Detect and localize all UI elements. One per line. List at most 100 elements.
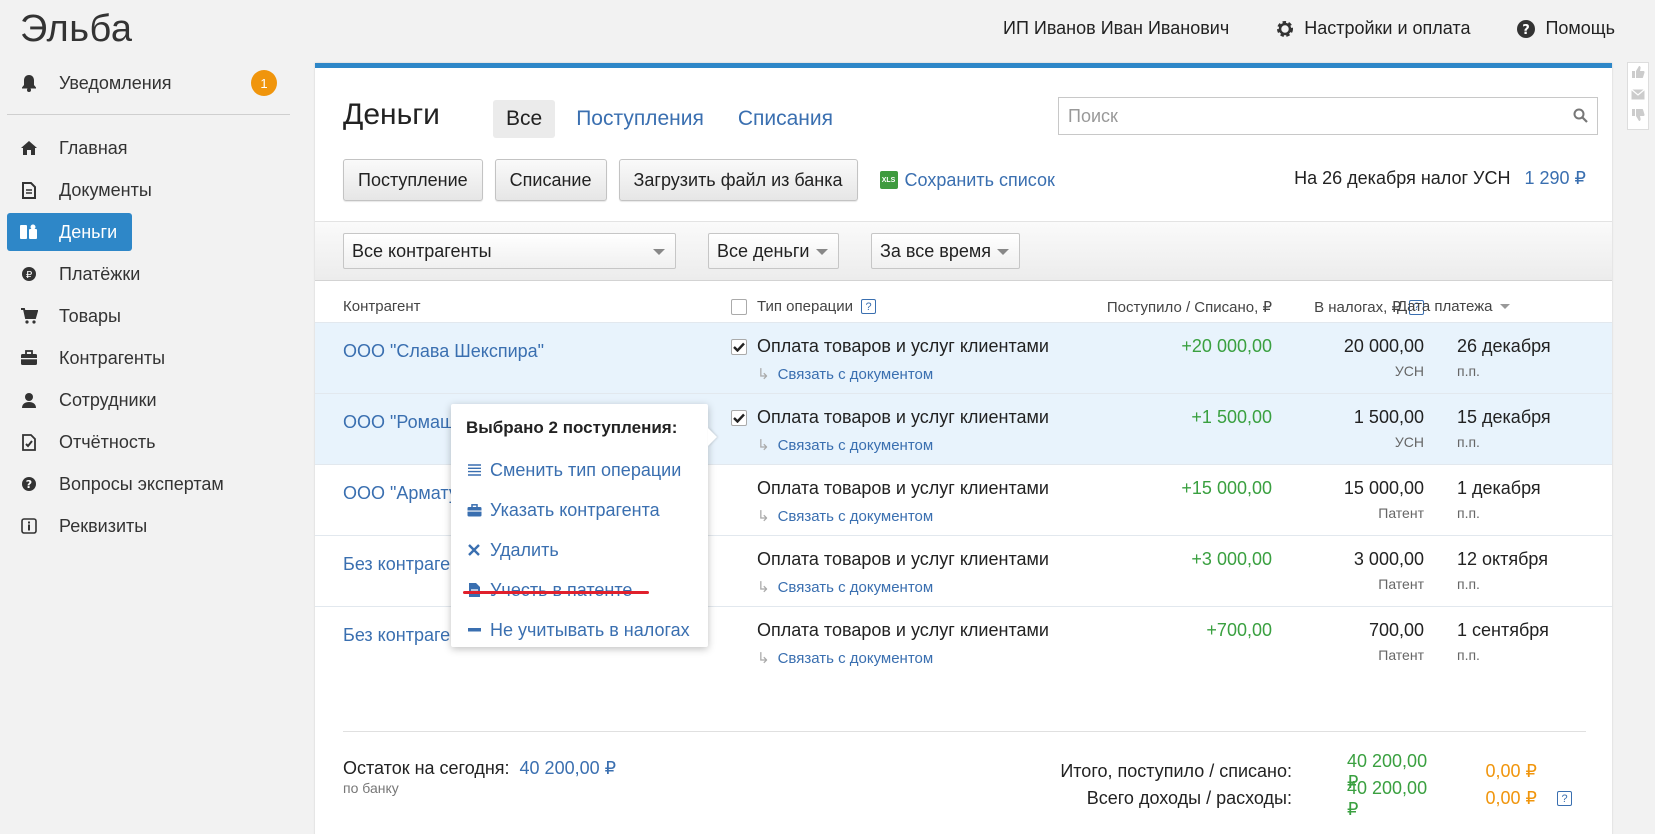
tab-all[interactable]: Все xyxy=(493,100,556,138)
period-filter-value: За все время xyxy=(880,240,991,261)
link-document-label: Связать с документом xyxy=(777,578,934,596)
link-document[interactable]: ↳ Связать с документом xyxy=(757,436,933,455)
thumbs-down-icon[interactable] xyxy=(1631,108,1645,127)
settings-link[interactable]: Настройки и оплата xyxy=(1275,18,1470,39)
column-date[interactable]: Дата платежа xyxy=(1397,298,1510,315)
payment-icon: ₽ xyxy=(19,266,39,282)
save-list-label: Сохранить список xyxy=(904,169,1055,190)
sidebar-item-counterparties[interactable]: Контрагенты xyxy=(7,339,290,377)
link-document-label: Связать с документом xyxy=(777,649,934,667)
counterparty-filter[interactable]: Все контрагенты xyxy=(343,233,676,269)
row-op-type[interactable]: Оплата товаров и услуг клиентами xyxy=(757,336,1049,357)
add-expense-button[interactable]: Списание xyxy=(494,159,607,201)
info-icon xyxy=(19,518,39,534)
period-filter[interactable]: За все время xyxy=(871,233,1020,269)
sidebar-item-money[interactable]: Деньги xyxy=(7,213,132,251)
set-counterparty-action[interactable]: Указать контрагента xyxy=(466,490,708,530)
tax-note-label: На 26 декабря налог УСН xyxy=(1294,168,1511,188)
action-buttons: Поступление Списание Загрузить файл из б… xyxy=(343,159,1055,201)
row-date: 1 сентября xyxy=(1457,620,1549,640)
sidebar-item-label: Документы xyxy=(59,179,152,200)
row-tax: 15 000,00 xyxy=(1343,478,1424,498)
link-document[interactable]: ↳ Связать с документом xyxy=(757,507,933,526)
balance-value[interactable]: 40 200,00 ₽ xyxy=(520,758,617,778)
help-link[interactable]: ? Помощь xyxy=(1516,18,1615,39)
corner-arrow-icon: ↳ xyxy=(757,366,770,383)
mail-icon[interactable] xyxy=(1631,87,1645,105)
row-checkbox[interactable] xyxy=(731,339,747,355)
row-tax-type: Патент xyxy=(1378,647,1424,663)
row-op-type[interactable]: Оплата товаров и услуг клиентами xyxy=(757,407,1049,428)
column-op-type-label: Тип операции xyxy=(757,298,854,315)
popup-item-label: Учесть в патенте xyxy=(490,579,633,600)
sidebar-item-requisites[interactable]: Реквизиты xyxy=(7,507,290,545)
sidebar-item-home[interactable]: Главная xyxy=(7,129,290,167)
table-row[interactable]: ООО "Слава Шекспира" Оплата товаров и ус… xyxy=(315,322,1612,393)
row-amount: +700,00 xyxy=(1206,620,1272,640)
change-op-type-action[interactable]: Сменить тип операции xyxy=(466,450,708,490)
app-logo[interactable]: Эльба xyxy=(20,8,133,51)
tab-expense[interactable]: Списания xyxy=(725,100,846,138)
row-date: 26 декабря xyxy=(1457,336,1551,356)
sidebar-item-payments[interactable]: ₽ Платёжки xyxy=(7,255,290,293)
delete-action[interactable]: Удалить xyxy=(466,530,708,570)
user-name-link[interactable]: ИП Иванов Иван Иванович xyxy=(1003,18,1229,39)
corner-arrow-icon: ↳ xyxy=(757,437,770,454)
gear-icon xyxy=(1277,20,1294,37)
footer-divider xyxy=(343,731,1586,732)
link-document[interactable]: ↳ Связать с документом xyxy=(757,365,933,384)
row-tax-type: УСН xyxy=(1394,434,1424,450)
sidebar-divider xyxy=(7,114,290,115)
column-tax-label: В налогах, ₽ xyxy=(1314,299,1401,316)
tax-note-value[interactable]: 1 290 ₽ xyxy=(1525,168,1587,188)
row-amount: +20 000,00 xyxy=(1181,336,1272,356)
question-icon: ? xyxy=(19,476,39,492)
search-input[interactable]: Поиск xyxy=(1058,97,1598,135)
add-income-button[interactable]: Поступление xyxy=(343,159,483,201)
sidebar-item-documents[interactable]: Документы xyxy=(7,171,290,209)
exclude-taxes-action[interactable]: Не учитывать в налогах xyxy=(466,610,708,650)
sidebar-item-employees[interactable]: Сотрудники xyxy=(7,381,290,419)
all-label: Всего доходы / расходы: xyxy=(1086,788,1292,808)
upload-bank-file-button[interactable]: Загрузить файл из банка xyxy=(618,159,858,201)
sidebar-item-notifications[interactable]: Уведомления 1 xyxy=(7,62,290,104)
sidebar-item-label: Реквизиты xyxy=(59,515,148,536)
row-tax-type: Патент xyxy=(1378,576,1424,592)
money-filter-value: Все деньги xyxy=(717,240,810,261)
row-pp: п.п. xyxy=(1457,576,1480,592)
row-op-type[interactable]: Оплата товаров и услуг клиентами xyxy=(757,620,1049,641)
bell-icon xyxy=(19,74,39,92)
question-icon[interactable]: ? xyxy=(861,299,877,314)
select-all-checkbox[interactable] xyxy=(731,298,747,315)
row-op-type[interactable]: Оплата товаров и услуг клиентами xyxy=(757,478,1049,499)
row-op-type[interactable]: Оплата товаров и услуг клиентами xyxy=(757,549,1049,570)
total-label: Итого, поступило / списано: xyxy=(1060,761,1292,781)
link-document[interactable]: ↳ Связать с документом xyxy=(757,649,934,668)
tax-note: На 26 декабря налог УСН 1 290 ₽ xyxy=(1294,168,1586,189)
document-icon xyxy=(466,583,482,597)
settings-label: Настройки и оплата xyxy=(1304,18,1471,38)
sidebar: Уведомления 1 Главная Документы Деньги ₽… xyxy=(7,62,290,549)
row-pp: п.п. xyxy=(1457,647,1480,663)
svg-text:?: ? xyxy=(26,478,32,491)
save-list-link[interactable]: XLS Сохранить список xyxy=(879,169,1055,191)
search-icon[interactable] xyxy=(1573,108,1588,123)
sidebar-item-experts[interactable]: ? Вопросы экспертам xyxy=(7,465,290,503)
feedback-widget xyxy=(1627,62,1649,130)
question-icon[interactable]: ? xyxy=(1557,791,1572,806)
chevron-down-icon xyxy=(653,249,665,255)
column-amount: Поступило / Списано, ₽ xyxy=(1106,299,1272,316)
money-filter[interactable]: Все деньги xyxy=(708,233,839,269)
balance-sub: по банку xyxy=(343,780,399,796)
tab-income[interactable]: Поступления xyxy=(563,100,717,138)
sidebar-item-reports[interactable]: Отчётность xyxy=(7,423,290,461)
thumbs-up-icon[interactable] xyxy=(1631,65,1645,84)
search-placeholder: Поиск xyxy=(1068,105,1118,126)
row-counterparty[interactable]: ООО "Слава Шекспира" xyxy=(343,341,544,362)
row-checkbox[interactable] xyxy=(731,410,747,426)
person-icon xyxy=(19,392,39,408)
patent-action[interactable]: Учесть в патенте xyxy=(466,570,708,610)
minus-icon xyxy=(466,628,482,632)
sidebar-item-goods[interactable]: Товары xyxy=(7,297,290,335)
link-document[interactable]: ↳ Связать с документом xyxy=(757,578,934,597)
